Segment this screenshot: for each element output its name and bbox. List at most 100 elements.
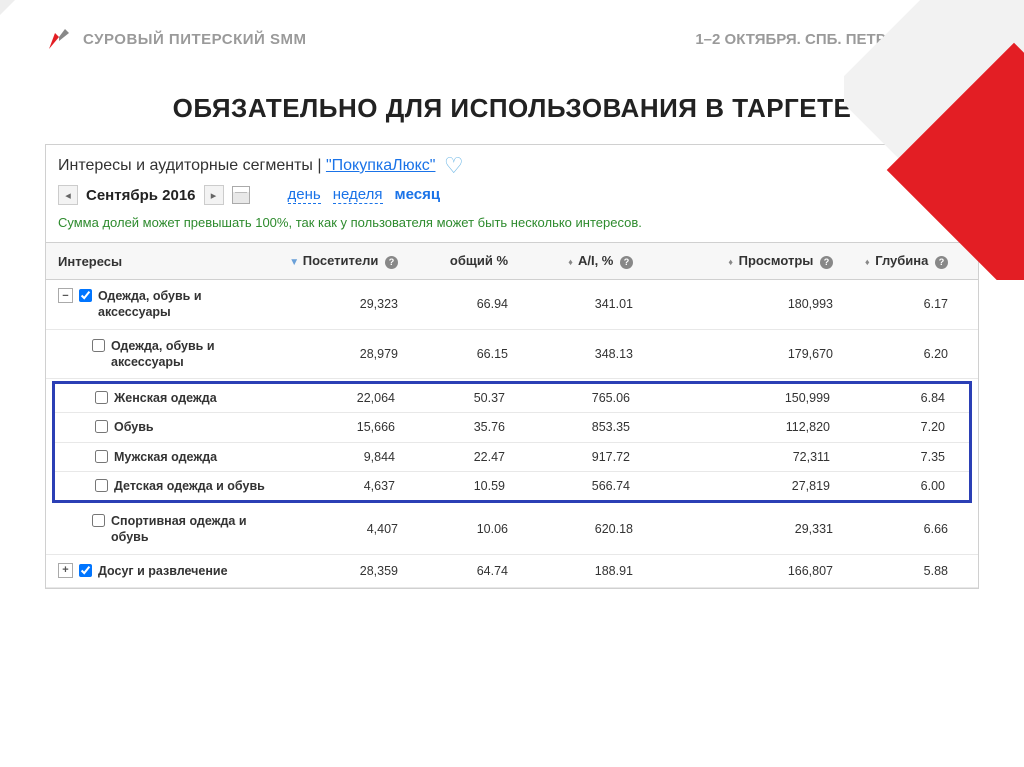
cell-name: Детская одежда и обувь	[61, 478, 265, 494]
brand-logo-icon	[45, 25, 73, 53]
breadcrumb-label: Интересы и аудиторные сегменты |	[58, 157, 326, 174]
cell-depth: 6.84	[830, 391, 945, 405]
cell-pct: 10.06	[398, 522, 508, 536]
row-name-text: Досуг и развлечение	[98, 563, 228, 579]
table-row: Мужская одежда9,84422.47917.7272,3117.35	[55, 443, 969, 472]
col-header-visitors[interactable]: ▼ Посетители ?	[268, 253, 398, 269]
table-row: Спортивная одежда и обувь4,40710.06620.1…	[46, 505, 978, 555]
decorative-corner-left	[0, 0, 25, 25]
sort-icon: ♦	[568, 257, 573, 267]
cell-al: 620.18	[508, 522, 633, 536]
row-checkbox[interactable]	[92, 339, 105, 352]
table-row: Детская одежда и обувь4,63710.59566.7427…	[55, 472, 969, 500]
cell-views: 180,993	[633, 297, 833, 311]
date-row: ◂ Сентябрь 2016 ▸ день неделя месяц	[58, 185, 966, 205]
cell-al: 348.13	[508, 347, 633, 361]
cell-name: − Одежда, обувь и аксессуары	[58, 288, 268, 321]
row-checkbox[interactable]	[95, 391, 108, 404]
cell-depth: 6.66	[833, 522, 948, 536]
collapse-button[interactable]: −	[58, 288, 73, 303]
cell-visitors: 4,407	[268, 522, 398, 536]
sort-icon: ♦	[728, 257, 733, 267]
cell-visitors: 4,637	[265, 479, 395, 493]
slide-header: СУРОВЫЙ ПИТЕРСКИЙ SMM 1–2 ОКТЯБРЯ. СПБ. …	[0, 0, 1024, 63]
period-label: Сентябрь 2016	[86, 187, 196, 204]
row-name-text: Мужская одежда	[114, 449, 217, 465]
cell-pct: 66.94	[398, 297, 508, 311]
next-period-button[interactable]: ▸	[204, 185, 224, 205]
cell-al: 188.91	[508, 564, 633, 578]
col-header-name[interactable]: Интересы	[58, 253, 268, 269]
favorite-icon[interactable]: ♡	[444, 153, 464, 178]
row-name-text: Одежда, обувь и аксессуары	[111, 338, 268, 371]
table-row: − Одежда, обувь и аксессуары29,32366.9434…	[46, 280, 978, 330]
cell-pct: 50.37	[395, 391, 505, 405]
granularity-month[interactable]: месяц	[395, 186, 441, 204]
cell-depth: 6.20	[833, 347, 948, 361]
cell-views: 112,820	[630, 420, 830, 434]
table-body: −Одежда, обувь и аксессуары29,32366.9434…	[46, 280, 978, 588]
row-checkbox[interactable]	[95, 450, 108, 463]
cell-visitors: 28,979	[268, 347, 398, 361]
cell-depth: 7.35	[830, 450, 945, 464]
cell-depth: 6.17	[833, 297, 948, 311]
cell-views: 29,331	[633, 522, 833, 536]
cell-views: 27,819	[630, 479, 830, 493]
cell-al: 341.01	[508, 297, 633, 311]
cell-visitors: 15,666	[265, 420, 395, 434]
cell-pct: 22.47	[395, 450, 505, 464]
row-name-text: Спортивная одежда и обувь	[111, 513, 268, 546]
breadcrumb: Интересы и аудиторные сегменты | "Покупк…	[58, 153, 966, 179]
note-text: Сумма долей может превышать 100%, так ка…	[58, 215, 966, 230]
col-header-views[interactable]: ♦ Просмотры ?	[633, 253, 833, 269]
table-row: Одежда, обувь и аксессуары28,97966.15348…	[46, 330, 978, 380]
sort-desc-icon: ▼	[289, 257, 299, 268]
cell-al: 853.35	[505, 420, 630, 434]
cell-pct: 64.74	[398, 564, 508, 578]
cell-visitors: 29,323	[268, 297, 398, 311]
row-checkbox[interactable]	[92, 514, 105, 527]
row-checkbox[interactable]	[79, 564, 92, 577]
granularity-tabs: день неделя месяц	[288, 186, 441, 204]
granularity-day[interactable]: день	[288, 186, 321, 204]
brand-text: СУРОВЫЙ ПИТЕРСКИЙ SMM	[83, 31, 306, 48]
cell-visitors: 22,064	[265, 391, 395, 405]
cell-pct: 66.15	[398, 347, 508, 361]
row-name-text: Одежда, обувь и аксессуары	[98, 288, 268, 321]
cell-name: Мужская одежда	[61, 449, 265, 465]
highlight-box: Женская одежда22,06450.37765.06150,9996.…	[52, 381, 972, 503]
row-checkbox[interactable]	[79, 289, 92, 302]
table-header: Интересы ▼ Посетители ? общий % ♦ A/I, %…	[46, 242, 978, 280]
help-icon[interactable]: ?	[820, 256, 833, 269]
col-header-depth[interactable]: ♦ Глубина ?	[833, 253, 948, 269]
cell-pct: 10.59	[395, 479, 505, 493]
prev-period-button[interactable]: ◂	[58, 185, 78, 205]
sort-icon: ♦	[865, 257, 870, 267]
row-checkbox[interactable]	[95, 420, 108, 433]
cell-visitors: 28,359	[268, 564, 398, 578]
help-icon[interactable]: ?	[385, 256, 398, 269]
brand: СУРОВЫЙ ПИТЕРСКИЙ SMM	[45, 25, 306, 53]
cell-al: 917.72	[505, 450, 630, 464]
cell-al: 566.74	[505, 479, 630, 493]
cell-name: Обувь	[61, 419, 265, 435]
report-top: Интересы и аудиторные сегменты | "Покупк…	[46, 145, 978, 234]
cell-name: Одежда, обувь и аксессуары	[58, 338, 268, 371]
col-header-al[interactable]: ♦ A/I, % ?	[508, 253, 633, 269]
col-header-pct[interactable]: общий %	[398, 253, 508, 269]
breadcrumb-link[interactable]: "ПокупкаЛюкс"	[326, 157, 436, 174]
row-name-text: Обувь	[114, 419, 154, 435]
interests-table: Интересы ▼ Посетители ? общий % ♦ A/I, %…	[46, 242, 978, 588]
table-row: Обувь15,66635.76853.35112,8207.20	[55, 413, 969, 442]
granularity-week[interactable]: неделя	[333, 186, 383, 204]
calendar-icon[interactable]	[232, 186, 250, 204]
help-icon[interactable]: ?	[935, 256, 948, 269]
help-icon[interactable]: ?	[620, 256, 633, 269]
cell-depth: 5.88	[833, 564, 948, 578]
row-checkbox[interactable]	[95, 479, 108, 492]
cell-al: 765.06	[505, 391, 630, 405]
report-panel: Интересы и аудиторные сегменты | "Покупк…	[45, 144, 979, 589]
expand-button[interactable]: +	[58, 563, 73, 578]
cell-views: 72,311	[630, 450, 830, 464]
cell-name: Женская одежда	[61, 390, 265, 406]
